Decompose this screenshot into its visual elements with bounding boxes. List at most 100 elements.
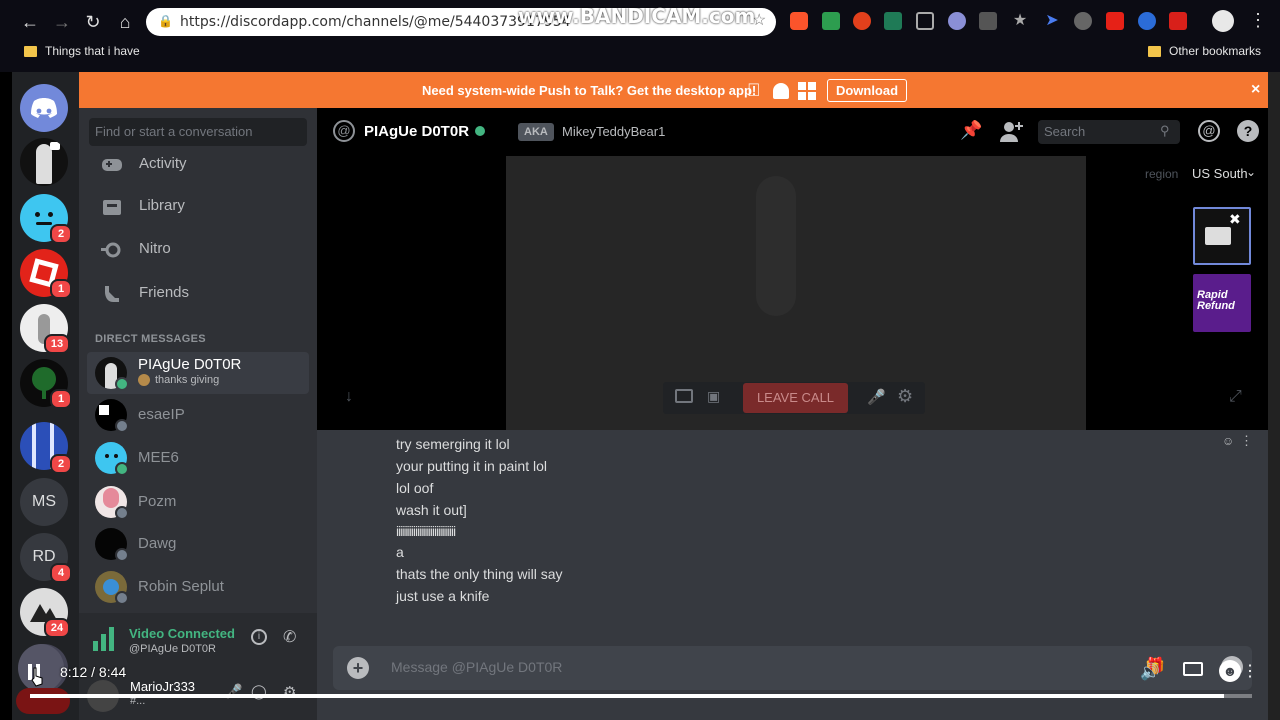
nav-label: Nitro bbox=[139, 240, 171, 257]
browser-toolbar: ← → ↻ ⌂ https://discordapp.com/channels/… bbox=[0, 0, 1280, 72]
android-icon bbox=[773, 83, 789, 99]
voice-status-title[interactable]: Video Connected bbox=[129, 626, 235, 641]
server-icon-ms[interactable]: MS bbox=[20, 478, 68, 526]
message-text: try semerging it lol bbox=[396, 436, 510, 452]
dm-name: Pozm bbox=[138, 493, 177, 510]
server-icon[interactable] bbox=[16, 688, 70, 714]
forward-icon[interactable]: → bbox=[50, 10, 74, 34]
extension-icon[interactable] bbox=[916, 12, 934, 30]
mouse-cursor-icon bbox=[31, 667, 43, 687]
leave-call-button[interactable]: LEAVE CALL bbox=[743, 383, 848, 413]
settings-icon[interactable]: ⚙ bbox=[897, 386, 913, 407]
dm-status-text: thanks giving bbox=[155, 374, 220, 386]
browser-scrollbar[interactable] bbox=[1268, 72, 1280, 720]
video-call-area: region US South ⌄ ✖ Rapid Refund ↓ ⤢ ▣ L… bbox=[317, 156, 1268, 430]
online-status-icon bbox=[115, 462, 129, 476]
home-icon[interactable]: ⌂ bbox=[113, 10, 137, 34]
chevron-down-icon[interactable]: ⌄ bbox=[1246, 165, 1256, 179]
search-icon: ⚲ bbox=[1160, 123, 1170, 138]
server-icon[interactable] bbox=[20, 138, 68, 186]
mention-badge: 24 bbox=[44, 618, 70, 638]
more-options-icon[interactable]: ⋮ bbox=[1242, 661, 1258, 681]
extension-icon[interactable] bbox=[979, 12, 997, 30]
dm-section-header: DIRECT MESSAGES bbox=[95, 333, 206, 345]
thumbnail-text: Rapid Refund bbox=[1197, 289, 1235, 312]
bookmark-folder[interactable]: Other bookmarks bbox=[1169, 44, 1261, 58]
volume-icon[interactable]: 🔊 bbox=[1140, 662, 1160, 682]
video-off-icon[interactable]: ▣ bbox=[707, 388, 720, 405]
extension-icon[interactable] bbox=[948, 12, 966, 30]
lock-icon: 🔒 bbox=[158, 14, 173, 28]
video-progress-fill bbox=[30, 694, 1224, 698]
emoji-icon[interactable]: ☻ bbox=[1219, 660, 1241, 682]
mentions-icon[interactable]: @ bbox=[1198, 120, 1220, 142]
fullscreen-icon[interactable]: ⤢ bbox=[1229, 388, 1242, 406]
menu-icon[interactable]: ⋮ bbox=[1249, 10, 1267, 31]
offline-status-icon bbox=[115, 419, 129, 433]
dm-search-input[interactable]: Find or start a conversation bbox=[89, 118, 307, 146]
dm-item-mee6[interactable]: MEE6 bbox=[87, 437, 309, 479]
extension-icon[interactable] bbox=[822, 12, 840, 30]
arrow-down-icon[interactable]: ↓ bbox=[345, 388, 353, 406]
profile-avatar[interactable] bbox=[1212, 10, 1234, 32]
mention-badge: 1 bbox=[50, 279, 72, 299]
video-progress-bar[interactable] bbox=[30, 694, 1252, 698]
nav-label: Friends bbox=[139, 284, 190, 301]
voice-channel-name: @PIAgUe D0T0R bbox=[129, 643, 216, 655]
message-text: lol oof bbox=[396, 480, 434, 496]
extension-icon[interactable] bbox=[1074, 12, 1092, 30]
participant-thumbnail[interactable]: Rapid Refund bbox=[1193, 274, 1251, 332]
youtube-icon[interactable] bbox=[1106, 12, 1124, 30]
library-icon bbox=[103, 200, 121, 215]
screen-share-icon[interactable] bbox=[675, 389, 693, 403]
download-button[interactable]: Download bbox=[827, 79, 907, 102]
online-status-icon bbox=[475, 126, 485, 136]
aka-label: AKA bbox=[518, 123, 554, 141]
nav-activity[interactable]: Activity bbox=[87, 145, 309, 185]
mention-badge: 13 bbox=[44, 334, 70, 354]
discord-logo-icon bbox=[31, 98, 57, 118]
nav-friends[interactable]: Friends bbox=[87, 274, 309, 314]
extension-icon[interactable] bbox=[853, 12, 871, 30]
extension-icon[interactable] bbox=[1169, 12, 1187, 30]
add-friend-to-dm-icon[interactable] bbox=[1000, 120, 1024, 142]
dm-item-plague-dotor[interactable]: PIAgUe D0T0R thanks giving bbox=[87, 352, 309, 394]
dm-item-esaeip[interactable]: esaeIP bbox=[87, 394, 309, 436]
dm-item-dawg[interactable]: Dawg bbox=[87, 523, 309, 565]
help-icon[interactable]: ? bbox=[1237, 120, 1259, 142]
home-button[interactable] bbox=[20, 84, 68, 132]
fullscreen-icon[interactable] bbox=[1183, 662, 1203, 676]
dm-name: MEE6 bbox=[138, 449, 179, 466]
region-label: region bbox=[1145, 167, 1179, 181]
back-icon[interactable]: ← bbox=[18, 10, 42, 34]
offline-status-icon bbox=[115, 548, 129, 562]
more-options-icon[interactable]: ⋮ bbox=[1240, 433, 1253, 449]
custom-status-icon bbox=[138, 374, 150, 386]
pin-icon[interactable]: 📌 bbox=[960, 120, 982, 141]
reload-icon[interactable]: ↻ bbox=[81, 10, 105, 34]
message-input[interactable]: Message @PIAgUe D0T0R bbox=[391, 659, 562, 675]
close-icon[interactable]: × bbox=[1251, 81, 1260, 99]
nav-library[interactable]: Library bbox=[87, 187, 309, 227]
extension-icon[interactable] bbox=[1138, 12, 1156, 30]
nitro-icon bbox=[101, 242, 121, 258]
dm-item-robin-seplut[interactable]: Robin Seplut bbox=[87, 566, 309, 608]
participant-thumbnail-self[interactable]: ✖ bbox=[1193, 207, 1251, 265]
star-extension-icon[interactable]: ★ bbox=[1011, 12, 1029, 30]
nav-nitro[interactable]: Nitro bbox=[87, 230, 309, 270]
brave-shield-icon[interactable] bbox=[790, 12, 808, 30]
banner-text: Need system-wide Push to Talk? Get the d… bbox=[422, 83, 757, 98]
mention-badge: 2 bbox=[50, 224, 72, 244]
search-input[interactable]: Search bbox=[1038, 120, 1180, 144]
upload-icon[interactable]: + bbox=[347, 657, 369, 679]
info-icon[interactable]: i bbox=[251, 629, 267, 645]
bookmark-folder[interactable]: Things that i have bbox=[45, 44, 140, 58]
settings-icon[interactable]: ⚙ bbox=[283, 683, 296, 701]
extension-icon[interactable] bbox=[884, 12, 902, 30]
dm-item-pozm[interactable]: Pozm bbox=[87, 481, 309, 523]
add-reaction-icon[interactable]: ☺ bbox=[1222, 434, 1234, 448]
microphone-icon[interactable]: 🎤 bbox=[867, 388, 886, 406]
disconnect-icon[interactable]: ✆ bbox=[283, 627, 296, 647]
region-select[interactable]: US South bbox=[1192, 166, 1248, 181]
arrow-extension-icon[interactable]: ➤ bbox=[1043, 12, 1061, 30]
